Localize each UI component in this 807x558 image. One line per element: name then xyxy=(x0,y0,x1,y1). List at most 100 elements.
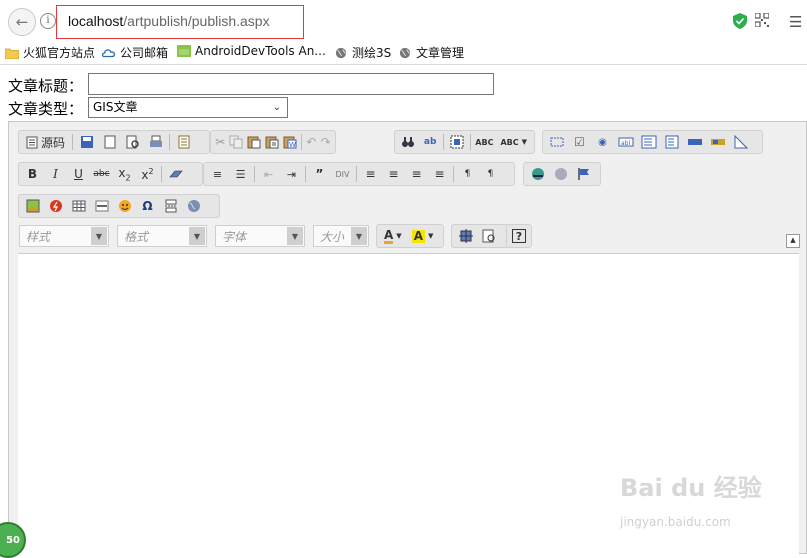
templates-button[interactable] xyxy=(174,133,193,152)
textarea-button[interactable] xyxy=(639,133,658,152)
bg-color-button[interactable]: A ▼ xyxy=(409,227,437,246)
maximize-button[interactable] xyxy=(456,227,475,246)
svg-text:W: W xyxy=(289,141,296,149)
smiley-button[interactable] xyxy=(115,197,134,216)
anchor-button[interactable] xyxy=(574,165,593,184)
form-button[interactable] xyxy=(547,133,566,152)
superscript-button[interactable]: x2 xyxy=(138,165,157,184)
new-page-button[interactable] xyxy=(100,133,119,152)
textfield-button[interactable]: abl xyxy=(616,133,635,152)
paste-word-button[interactable]: W xyxy=(283,133,297,152)
copy-button[interactable] xyxy=(229,133,243,152)
save-button[interactable] xyxy=(77,133,96,152)
type-select[interactable]: GIS文章 ⌄ xyxy=(88,97,288,118)
format-combo-label: 格式 xyxy=(124,229,149,244)
div-container-button[interactable]: DIV xyxy=(333,165,352,184)
horizontal-rule-button[interactable] xyxy=(92,197,111,216)
flash-button[interactable] xyxy=(46,197,65,216)
unlink-button[interactable] xyxy=(551,165,570,184)
shield-icon[interactable] xyxy=(733,13,747,29)
special-char-button[interactable]: Ω xyxy=(138,197,157,216)
underline-button[interactable]: U xyxy=(69,165,88,184)
editor-content-area[interactable] xyxy=(18,253,799,556)
ltr-button[interactable]: ¶ xyxy=(458,165,477,184)
toolbar-group-colors: A ▼ A ▼ xyxy=(376,224,444,248)
url-path: /artpublish/publish.aspx xyxy=(123,13,270,29)
toolbar-separator xyxy=(301,134,303,150)
bold-icon: B xyxy=(27,167,38,181)
table-button[interactable] xyxy=(69,197,88,216)
undo-button[interactable]: ↶ xyxy=(306,133,316,152)
replace-icon: ab xyxy=(423,137,437,147)
select-button[interactable] xyxy=(662,133,681,152)
rtl-button[interactable]: ¶ xyxy=(481,165,500,184)
indent-button[interactable]: ⇥ xyxy=(282,165,301,184)
blockquote-button[interactable]: ” xyxy=(310,165,329,184)
replace-button[interactable]: ab xyxy=(421,133,439,152)
font-combo[interactable]: 字体 ▼ xyxy=(215,225,305,247)
print-button[interactable] xyxy=(146,133,165,152)
radio-button[interactable]: ◉ xyxy=(593,133,612,152)
bulleted-list-button[interactable]: ☰ xyxy=(231,165,250,184)
page-break-button[interactable] xyxy=(161,197,180,216)
scayt-button[interactable]: ABC ▼ xyxy=(497,133,530,152)
show-blocks-button[interactable] xyxy=(479,227,498,246)
align-justify-button[interactable]: ≡ xyxy=(430,165,449,184)
link-button[interactable] xyxy=(528,165,547,184)
outdent-button[interactable]: ⇤ xyxy=(259,165,278,184)
numbered-list-button[interactable]: ≡ xyxy=(208,165,227,184)
menu-icon[interactable]: ☰ xyxy=(789,13,802,31)
qr-code-icon[interactable] xyxy=(755,13,769,27)
title-input[interactable] xyxy=(88,73,494,95)
italic-button[interactable]: I xyxy=(46,165,65,184)
align-right-button[interactable]: ≡ xyxy=(407,165,426,184)
image-button[interactable] xyxy=(23,197,42,216)
toolbar-group-basicstyles: B I U abc x2 x2 xyxy=(18,162,203,186)
toolbar-separator xyxy=(305,166,306,182)
preview-button[interactable] xyxy=(123,133,142,152)
bookmark-item[interactable]: 文章管理 xyxy=(398,44,464,61)
bookmark-item[interactable]: 火狐官方站点 xyxy=(5,44,95,61)
print-icon xyxy=(149,135,162,147)
button-field-button[interactable] xyxy=(685,133,704,152)
paste-button[interactable] xyxy=(247,133,261,152)
source-button[interactable]: 源码 xyxy=(23,133,68,152)
type-select-value: GIS文章 xyxy=(93,100,138,114)
image-button-field-button[interactable] xyxy=(708,133,727,152)
bold-button[interactable]: B xyxy=(23,165,42,184)
spellcheck-button[interactable]: ABC xyxy=(475,133,493,152)
info-icon[interactable]: i xyxy=(40,13,56,29)
iframe-button[interactable] xyxy=(184,197,203,216)
align-left-button[interactable]: ≡ xyxy=(361,165,380,184)
text-color-button[interactable]: A ▼ xyxy=(381,227,405,246)
url-field[interactable]: localhost/artpublish/publish.aspx xyxy=(68,13,270,29)
redo-button[interactable]: ↷ xyxy=(321,133,331,152)
globe-icon xyxy=(399,47,411,58)
subscript-button[interactable]: x2 xyxy=(115,165,134,184)
toolbar-group-document: 源码 xyxy=(18,130,210,154)
strike-button[interactable]: abc xyxy=(92,165,111,184)
checkbox-button[interactable]: ☑ xyxy=(570,133,589,152)
align-center-button[interactable]: ≡ xyxy=(384,165,403,184)
paste-text-button[interactable] xyxy=(265,133,279,152)
link-icon xyxy=(531,168,544,180)
bookmark-item[interactable]: 测绘3S xyxy=(334,44,391,61)
cut-button[interactable]: ✂ xyxy=(215,133,225,152)
bookmark-item[interactable]: AndroidDevTools An... xyxy=(177,44,326,58)
find-button[interactable] xyxy=(399,133,417,152)
bg-color-icon: A xyxy=(411,228,425,243)
style-combo[interactable]: 样式 ▼ xyxy=(19,225,109,247)
back-button[interactable]: ← xyxy=(8,8,36,36)
bookmark-item[interactable]: 公司邮箱 xyxy=(102,44,168,61)
select-all-button[interactable] xyxy=(448,133,466,152)
textfield-icon: abl xyxy=(618,137,633,147)
remove-format-button[interactable] xyxy=(166,165,185,184)
collapse-toolbar-button[interactable]: ▲ xyxy=(786,234,800,248)
blockquote-icon: ” xyxy=(315,167,324,181)
about-button[interactable]: ? xyxy=(511,227,527,246)
maximize-icon xyxy=(458,229,473,243)
format-combo[interactable]: 格式 ▼ xyxy=(117,225,207,247)
hidden-field-button[interactable] xyxy=(731,133,750,152)
size-combo[interactable]: 大小 ▼ xyxy=(313,225,369,247)
scissors-icon: ✂ xyxy=(215,135,226,149)
